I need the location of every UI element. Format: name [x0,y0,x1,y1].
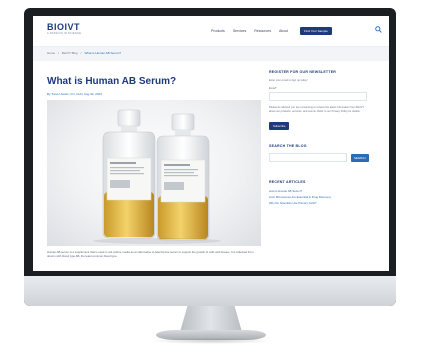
breadcrumb-blog[interactable]: BioIVT Blog [62,51,78,55]
post-body-preview: Human AB serum is a supplement that is u… [47,250,254,258]
monitor-stand-neck [180,306,242,332]
find-sample-button[interactable]: Find Your Sample [300,27,332,35]
post-title: What is Human AB Serum? [47,76,177,87]
breadcrumb-bar: Home / BioIVT Blog / What is Human AB Se… [33,47,389,61]
email-label: Email* [269,87,277,90]
breadcrumb-home[interactable]: Home [47,51,55,55]
monitor-chin [24,276,396,306]
nav-item-services[interactable]: Services [233,29,246,33]
main-nav: Products Services Resources About Find Y… [211,27,332,35]
search-blog-heading: SEARCH THE BLOG [269,144,307,148]
recent-article-link[interactable]: Liver Microsomes Are Essential In Drug D… [269,195,331,199]
recent-article-link[interactable]: Why Do Scientists Use Primary Cells? [269,201,316,205]
email-field[interactable] [269,92,367,101]
breadcrumb-current: What is Human AB Serum? [84,51,122,55]
recent-articles-heading: RECENT ARTICLES [269,180,306,184]
screen: BIOIVT A PASSION IN SCIENCE Products Ser… [33,16,389,271]
consent-text: Please be advised you are consenting to … [269,106,364,113]
nav-item-about[interactable]: About [279,29,288,33]
breadcrumb-separator: / [58,51,59,55]
bottle-right [156,113,210,241]
blog-search-button[interactable]: SEARCH [351,154,369,162]
nav-item-resources[interactable]: Resources [254,29,271,33]
breadcrumb-separator: / [80,51,82,55]
nav-item-products[interactable]: Products [211,29,225,33]
bottle-left [102,109,156,239]
stand-shadow [150,338,272,344]
blog-search-input[interactable] [269,153,347,162]
newsletter-intro: Enter your email to sign up today! [269,79,308,82]
logo-tagline: A PASSION IN SCIENCE [47,32,82,35]
newsletter-heading: REGISTER FOR OUR NEWSLETTER [269,70,337,74]
hero-image [47,100,261,246]
breadcrumb: Home / BioIVT Blog / What is Human AB Se… [47,51,121,55]
post-meta: By Trevor Austin | Fri, Feb | Aug 30, 20… [47,92,102,96]
subscribe-button[interactable]: Subscribe [269,122,290,130]
logo-wordmark: BIOIVT [47,22,81,32]
site-logo[interactable]: BIOIVT A PASSION IN SCIENCE [47,22,82,36]
serum-bottles-illustration [93,109,221,244]
site-header: BIOIVT A PASSION IN SCIENCE Products Ser… [33,16,389,47]
recent-article-link[interactable]: How is Human AB Serum? [269,189,302,193]
search-icon[interactable] [375,26,382,33]
